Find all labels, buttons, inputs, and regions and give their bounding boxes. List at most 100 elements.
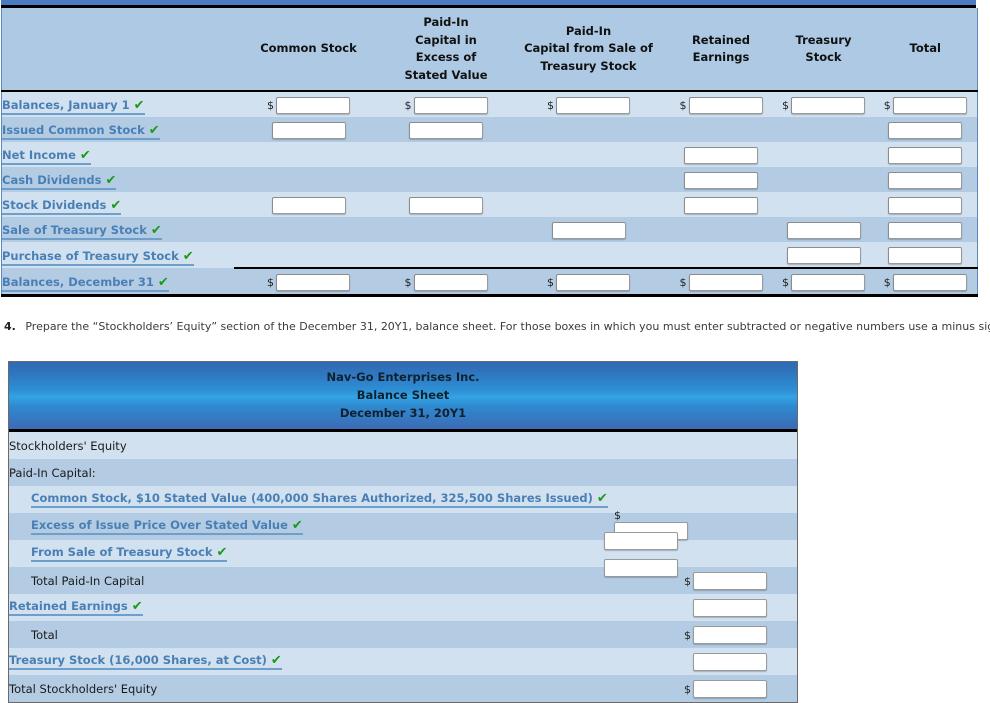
header-line-2: Earnings	[692, 50, 750, 64]
amount-input[interactable]	[786, 222, 861, 239]
balance-sheet-row: Common Stock, $10 Stated Value (400,000 …	[9, 486, 797, 540]
amount-input[interactable]	[276, 274, 350, 291]
amount-cell	[873, 117, 978, 142]
account-link-stock-dividends[interactable]: Stock Dividends ✔	[2, 198, 122, 215]
account-link-label: Balances, January 1	[2, 98, 130, 112]
amount-input[interactable]	[693, 653, 767, 672]
header-line-1: Treasury	[795, 32, 852, 47]
amount-input[interactable]	[688, 97, 763, 114]
check-icon: ✔	[110, 198, 122, 213]
dollar-sign: $	[883, 276, 891, 289]
amount-input[interactable]	[551, 222, 626, 239]
amount-input[interactable]	[413, 97, 488, 114]
amount-cell	[233, 192, 384, 217]
amount-input[interactable]	[409, 197, 483, 214]
amount-cell	[233, 142, 384, 167]
account-link-from-sale-of-treasury-stock[interactable]: From Sale of Treasury Stock ✔	[31, 545, 228, 562]
amount-input[interactable]	[888, 172, 963, 189]
amount-input[interactable]	[888, 147, 963, 164]
amount-input[interactable]	[786, 247, 861, 264]
amount-cell: $	[773, 91, 874, 117]
amount-cell	[383, 192, 509, 217]
account-link-label: From Sale of Treasury Stock	[31, 545, 213, 559]
account-link-treasury-stock-16-000-shares-at-cost[interactable]: Treasury Stock (16,000 Shares, at Cost) ✔	[9, 654, 282, 670]
row-label-cell: Sale of Treasury Stock ✔	[1, 217, 234, 242]
account-link-retained-earnings[interactable]: Retained Earnings ✔	[9, 600, 143, 616]
amount-input[interactable]	[271, 197, 346, 214]
balance-sheet-company-name: Nav-Go Enterprises Inc.	[326, 370, 480, 384]
balance-sheet-row: Paid-In Capital:	[9, 459, 797, 486]
amount-cell: $	[668, 267, 774, 297]
amount-input[interactable]	[791, 274, 865, 291]
balance-sheet-row-label-cell: Total	[9, 621, 589, 648]
amount-cell	[233, 117, 384, 142]
amount-input[interactable]	[693, 599, 767, 618]
check-icon: ✔	[291, 518, 303, 533]
account-link-label: Sale of Treasury Stock	[2, 223, 147, 237]
amount-input[interactable]	[556, 274, 630, 291]
balance-sheet-row-label: Total Paid-In Capital	[31, 573, 145, 588]
header-line-3: Excess of	[415, 50, 477, 64]
amount-input[interactable]	[604, 559, 678, 577]
statement-of-stockholders-equity-table: Common Stock Paid-In Capital in Excess o…	[0, 0, 978, 297]
balance-sheet-row: Stockholders' Equity	[9, 432, 797, 459]
amount-input[interactable]	[684, 147, 758, 164]
amount-cell	[233, 217, 384, 242]
soe-grid: Common Stock Paid-In Capital in Excess o…	[1, 8, 978, 297]
amount-cell	[773, 142, 874, 167]
balance-sheet-row-label: Paid-In Capital:	[9, 465, 96, 480]
header-line-2: Capital in	[415, 32, 477, 47]
amount-input[interactable]	[693, 626, 767, 645]
amount-input[interactable]	[888, 222, 963, 239]
amount-cell	[873, 192, 978, 217]
account-link-balances-december-31[interactable]: Balances, December 31 ✔	[2, 274, 169, 292]
amount-input[interactable]	[413, 274, 488, 291]
amount-input[interactable]	[684, 197, 758, 214]
balance-sheet-statement-name: Balance Sheet	[356, 388, 450, 402]
table-row: Stock Dividends ✔	[1, 192, 978, 217]
amount-cell: $	[773, 267, 874, 297]
amount-input[interactable]	[276, 97, 350, 114]
header-line-2: Stock	[805, 50, 842, 64]
amount-cell	[508, 192, 669, 217]
account-link-net-income[interactable]: Net Income ✔	[2, 149, 91, 165]
balance-sheet-row-label-cell: Total Stockholders' Equity	[9, 675, 589, 702]
amount-input[interactable]	[693, 680, 767, 699]
account-link-sale-of-treasury-stock[interactable]: Sale of Treasury Stock ✔	[2, 224, 162, 240]
table-row: Balances, January 1 ✔ $ $ $ $ $ $	[1, 91, 978, 117]
dollar-sign: $	[267, 276, 274, 289]
dollar-sign: $	[782, 99, 789, 112]
table-row: Issued Common Stock ✔	[1, 117, 978, 142]
amount-input[interactable]	[888, 247, 963, 264]
amount-cell	[508, 117, 669, 142]
amount-input[interactable]	[271, 122, 346, 139]
check-icon: ✔	[157, 274, 169, 290]
account-link-purchase-of-treasury-stock[interactable]: Purchase of Treasury Stock ✔	[2, 249, 194, 266]
amount-input[interactable]	[892, 274, 967, 291]
account-link-issued-common-stock[interactable]: Issued Common Stock ✔	[2, 124, 160, 140]
amount-input[interactable]	[791, 97, 865, 114]
dollar-sign: $	[684, 628, 691, 642]
amount-input[interactable]	[892, 97, 967, 114]
account-link-common-stock-10-stated-value-400-000-sha[interactable]: Common Stock, $10 Stated Value (400,000 …	[31, 492, 608, 508]
instruction-number: 4.	[4, 320, 16, 333]
account-link-cash-dividends[interactable]: Cash Dividends ✔	[2, 174, 117, 190]
amount-input[interactable]	[693, 572, 767, 591]
row-label-cell: Cash Dividends ✔	[1, 167, 234, 192]
soe-header-paid-in-sale-treasury-stock: Paid-In Capital from Sale of Treasury St…	[508, 8, 669, 92]
amount-input[interactable]	[409, 122, 483, 139]
amount-input[interactable]	[684, 172, 758, 189]
header-line-1: Paid-In	[565, 23, 612, 38]
balance-sheet-grid: Stockholders' Equity Paid-In Capital: Comm…	[9, 432, 797, 702]
amount-cell	[668, 192, 774, 217]
row-label-cell: Issued Common Stock ✔	[1, 117, 234, 142]
amount-input[interactable]	[888, 197, 963, 214]
account-link-balances-january-1[interactable]: Balances, January 1 ✔	[2, 99, 145, 115]
account-link-excess-of-issue-price-over-stated-value[interactable]: Excess of Issue Price Over Stated Value ✔	[31, 519, 303, 535]
amount-input[interactable]	[556, 97, 630, 114]
amount-cell: $	[383, 91, 509, 117]
amount-input[interactable]	[688, 274, 763, 291]
row-label-cell: Stock Dividends ✔	[1, 192, 234, 217]
balance-sheet-row-label: Total Stockholders' Equity	[9, 681, 158, 696]
amount-input[interactable]	[888, 122, 963, 139]
